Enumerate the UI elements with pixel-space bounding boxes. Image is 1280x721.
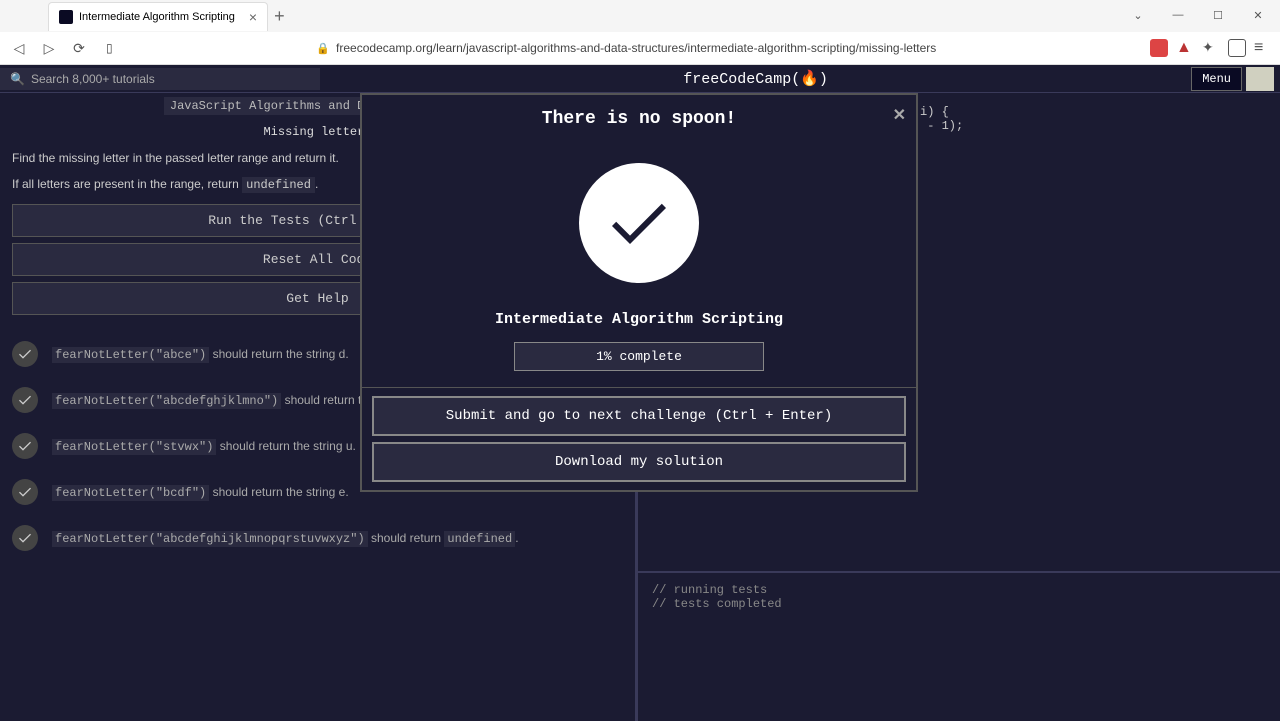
check-icon (12, 387, 38, 413)
lock-icon: 🔒 (316, 42, 330, 55)
test-text: fearNotLetter("stvwx") should return the… (52, 439, 356, 454)
browser-tab[interactable]: Intermediate Algorithm Scripting × (48, 2, 268, 31)
extension-icon-1[interactable] (1150, 39, 1168, 57)
success-check-icon (579, 163, 699, 283)
check-icon (12, 479, 38, 505)
extensions-menu-icon[interactable]: ✦ (1202, 39, 1220, 57)
extension-icon-2[interactable]: ▲ (1176, 39, 1194, 57)
close-modal-button[interactable]: ✕ (893, 105, 906, 125)
close-tab-icon[interactable]: × (249, 9, 257, 25)
completion-modal: There is no spoon! ✕ Intermediate Algori… (360, 93, 918, 492)
window-close[interactable]: ✕ (1240, 4, 1276, 26)
window-minimize[interactable]: — (1160, 4, 1196, 26)
window-maximize[interactable]: ☐ (1200, 4, 1236, 26)
check-icon (12, 433, 38, 459)
profile-button[interactable] (1246, 67, 1274, 91)
app-icon[interactable] (1228, 39, 1246, 57)
new-tab-button[interactable]: + (274, 6, 285, 27)
menu-icon[interactable]: ≡ (1254, 39, 1272, 57)
back-button[interactable]: ◁ (8, 37, 30, 59)
submit-next-button[interactable]: Submit and go to next challenge (Ctrl + … (372, 396, 906, 436)
tab-title: Intermediate Algorithm Scripting (79, 11, 235, 23)
browser-tab-bar: Intermediate Algorithm Scripting × + ⌄ —… (0, 0, 1280, 32)
check-icon (12, 341, 38, 367)
modal-title: There is no spoon! (374, 109, 904, 129)
bookmark-icon[interactable]: ▯ (106, 41, 113, 55)
url-text: freecodecamp.org/learn/javascript-algori… (336, 41, 936, 55)
check-icon (12, 525, 38, 551)
url-field[interactable]: ▯ 🔒 freecodecamp.org/learn/javascript-al… (98, 37, 1142, 59)
reload-button[interactable]: ⟳ (68, 37, 90, 59)
test-text: fearNotLetter("abcdefghijklmnopqrstuvwxy… (52, 531, 519, 546)
tab-favicon (59, 10, 73, 24)
search-icon: 🔍 (10, 72, 25, 86)
test-text: fearNotLetter("abce") should return the … (52, 347, 349, 362)
app-header: 🔍 Search 8,000+ tutorials freeCodeCamp(🔥… (0, 65, 1280, 93)
address-bar: ◁ ▷ ⟳ ▯ 🔒 freecodecamp.org/learn/javascr… (0, 32, 1280, 64)
forward-button[interactable]: ▷ (38, 37, 60, 59)
console-output: // running tests // tests completed (638, 571, 1280, 721)
chevron-down-icon[interactable]: ⌄ (1120, 4, 1156, 26)
progress-indicator: 1% complete (514, 342, 764, 371)
search-input[interactable]: 🔍 Search 8,000+ tutorials (0, 68, 320, 90)
test-text: fearNotLetter("bcdf") should return the … (52, 485, 349, 500)
test-row: fearNotLetter("abcdefghijklmnopqrstuvwxy… (12, 515, 623, 561)
section-name: Intermediate Algorithm Scripting (374, 311, 904, 328)
menu-button[interactable]: Menu (1191, 67, 1242, 91)
logo[interactable]: freeCodeCamp(🔥) (320, 69, 1191, 88)
download-solution-button[interactable]: Download my solution (372, 442, 906, 482)
